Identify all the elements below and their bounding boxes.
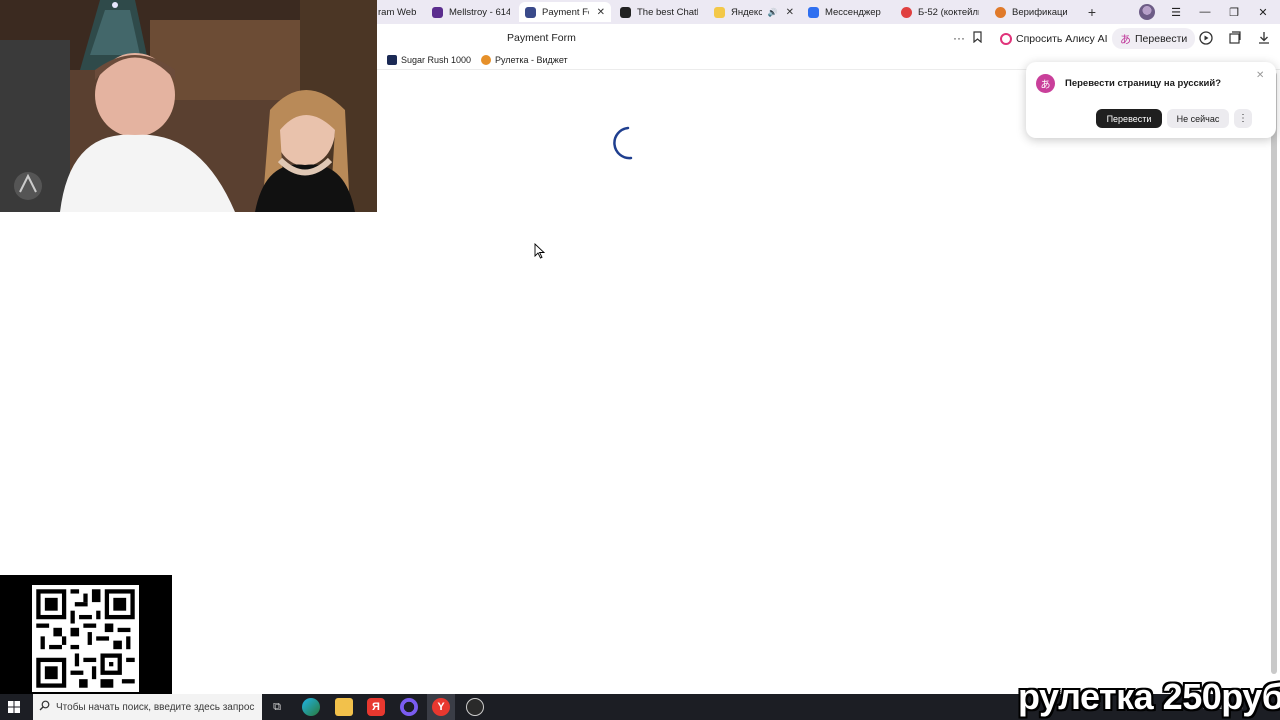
translate-icon: あ xyxy=(1120,33,1131,46)
tab-label: Mellstroy - 6143 xyxy=(449,6,510,18)
file-explorer-icon[interactable] xyxy=(335,698,353,716)
webcam-image xyxy=(0,0,377,212)
new-tab-button[interactable]: + xyxy=(1084,4,1100,20)
search-placeholder: Чтобы начать поиск, введите здесь запрос xyxy=(56,701,255,713)
page-scrollbar[interactable] xyxy=(1270,72,1278,676)
scrollbar-thumb[interactable] xyxy=(1271,72,1277,674)
restore-icon[interactable]: ❐ xyxy=(1223,3,1245,21)
task-view-icon[interactable]: ⧉ xyxy=(268,698,286,716)
more-icon[interactable]: ··· xyxy=(953,31,965,45)
mouse-cursor-icon xyxy=(534,243,546,259)
tab-yandex-music[interactable]: Яндекс М 🔊 ✕ xyxy=(708,2,800,22)
translate-icon: あ xyxy=(1036,74,1055,93)
bookmark-roulette-widget[interactable]: Рулетка - Виджет xyxy=(481,55,568,65)
ask-alice-label: Спросить Алису AI xyxy=(1016,32,1108,45)
tab-label: Верификация xyxy=(1012,6,1067,18)
translate-confirm-button[interactable]: Перевести xyxy=(1096,109,1162,128)
yandex-browser-icon[interactable]: Y xyxy=(432,698,450,716)
page-title[interactable]: Payment Form xyxy=(507,32,576,44)
edge-icon[interactable] xyxy=(302,698,320,716)
more-options-icon[interactable]: ⋮ xyxy=(1234,109,1252,128)
tab-label: The best ChatB xyxy=(637,6,698,18)
tab-verification[interactable]: Верификация xyxy=(989,2,1073,22)
minimize-icon[interactable]: — xyxy=(1194,3,1216,21)
windows-start-icon[interactable] xyxy=(8,701,20,713)
close-icon[interactable]: ✕ xyxy=(597,7,605,18)
translate-question: Перевести страницу на русский? xyxy=(1065,78,1222,89)
chatgpt-icon xyxy=(620,6,631,18)
loading-spinner xyxy=(613,126,633,160)
qr-code xyxy=(32,585,139,692)
obs-icon[interactable] xyxy=(466,698,484,716)
translate-button[interactable]: あ Перевести xyxy=(1112,28,1196,49)
tab-label: Б-52 (коктейль xyxy=(918,6,979,18)
menu-icon[interactable]: ☰ xyxy=(1165,3,1187,21)
search-icon xyxy=(39,700,50,714)
speaker-icon[interactable]: 🔊 xyxy=(768,8,778,17)
payment-icon xyxy=(525,6,536,18)
not-now-button[interactable]: Не сейчас xyxy=(1167,109,1229,128)
tab-label: ram Web xyxy=(378,6,417,18)
yandex-icon[interactable]: Я xyxy=(367,698,385,716)
tab-payment-form[interactable]: Payment For ✕ xyxy=(519,2,611,22)
tab-b52[interactable]: Б-52 (коктейль xyxy=(895,2,985,22)
tab-web[interactable]: ram Web xyxy=(372,2,430,22)
download-icon[interactable] xyxy=(1258,31,1270,47)
stream-caption: рулетка 250руб xyxy=(1018,676,1280,717)
alice-icon xyxy=(1000,32,1012,45)
tab-label: Яндекс М xyxy=(731,6,762,18)
close-icon[interactable]: ✕ xyxy=(786,7,794,18)
close-icon[interactable]: ✕ xyxy=(1256,70,1264,81)
alice-taskbar-icon[interactable] xyxy=(400,698,418,716)
yandex-icon xyxy=(901,6,912,18)
bookmark-icon[interactable] xyxy=(972,31,983,46)
close-window-icon[interactable]: ✕ xyxy=(1252,3,1274,21)
tab-mellstroy[interactable]: Mellstroy - 6143 xyxy=(426,2,516,22)
tab-label: Payment For xyxy=(542,6,589,18)
verification-icon xyxy=(995,6,1006,18)
profile-avatar[interactable] xyxy=(1139,4,1155,20)
qr-code-image xyxy=(32,585,139,692)
translate-popup: あ Перевести страницу на русский? ✕ Перев… xyxy=(1026,62,1276,138)
roulette-icon xyxy=(481,55,491,65)
twitch-icon xyxy=(432,6,443,18)
bookmark-sugar-rush[interactable]: Sugar Rush 1000 xyxy=(387,55,471,65)
tab-label: Мессенджер xyxy=(825,6,881,18)
bookmark-label: Рулетка - Виджет xyxy=(495,55,568,65)
sugar-rush-icon xyxy=(387,55,397,65)
translate-label: Перевести xyxy=(1135,32,1188,45)
tab-messenger[interactable]: Мессенджер xyxy=(802,2,892,22)
taskbar-search-box[interactable]: Чтобы начать поиск, введите здесь запрос xyxy=(33,694,262,720)
collections-icon[interactable] xyxy=(1228,31,1242,48)
webcam-overlay xyxy=(0,0,377,212)
messenger-icon xyxy=(808,6,819,18)
screen: ram Web Mellstroy - 6143 Payment For ✕ T… xyxy=(0,0,1280,720)
tab-chatbot[interactable]: The best ChatB xyxy=(614,2,704,22)
yandex-music-icon xyxy=(714,6,725,18)
play-icon[interactable] xyxy=(1199,31,1213,48)
ask-alice-button[interactable]: Спросить Алису AI xyxy=(994,28,1114,49)
bookmark-label: Sugar Rush 1000 xyxy=(401,55,472,65)
